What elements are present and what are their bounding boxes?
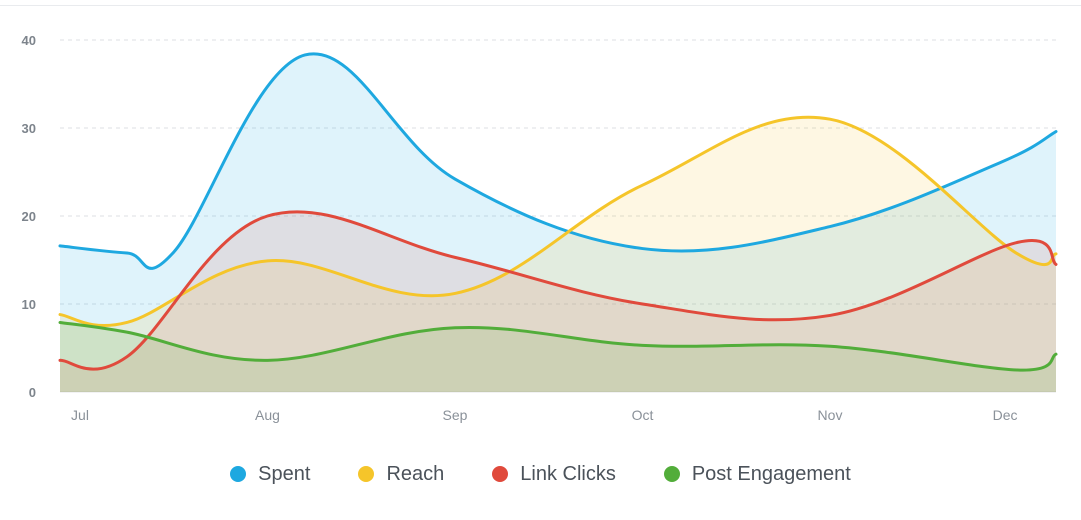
legend-dot-icon: [230, 466, 247, 482]
x-tick-label: Aug: [255, 407, 280, 423]
y-tick-label: 30: [22, 121, 36, 136]
x-tick-label: Dec: [993, 407, 1018, 423]
y-tick-label: 40: [22, 33, 36, 48]
y-tick-label: 0: [29, 385, 36, 400]
x-tick-label: Sep: [443, 407, 468, 423]
legend-dot-icon: [663, 466, 680, 482]
series-areas: [60, 53, 1056, 392]
y-tick-label: 10: [22, 297, 36, 312]
legend-item-link-clicks[interactable]: Link Clicks: [492, 463, 616, 486]
legend-item-spent[interactable]: Spent: [230, 463, 310, 486]
x-tick-label: Jul: [71, 407, 89, 423]
legend-label: Reach: [386, 462, 445, 485]
x-axis-ticks: Jul Aug Sep Oct Nov Dec: [71, 407, 1017, 423]
x-tick-label: Oct: [632, 407, 654, 423]
legend-dot-icon: [358, 466, 375, 482]
area-chart: 0 10 20 30 40 Jul Aug Sep Oct Nov Dec: [22, 33, 1058, 423]
legend-label: Spent: [258, 462, 311, 485]
chart-legend: Spent Reach Link Clicks Post Engagement: [0, 458, 1081, 490]
legend-item-reach[interactable]: Reach: [358, 463, 444, 486]
y-axis-ticks: 0 10 20 30 40: [22, 33, 36, 400]
legend-dot-icon: [492, 466, 509, 482]
legend-label: Post Engagement: [691, 462, 851, 485]
y-tick-label: 20: [22, 209, 36, 224]
x-tick-label: Nov: [818, 407, 843, 423]
legend-item-post-engagement[interactable]: Post Engagement: [663, 462, 851, 486]
legend-label: Link Clicks: [520, 462, 616, 485]
